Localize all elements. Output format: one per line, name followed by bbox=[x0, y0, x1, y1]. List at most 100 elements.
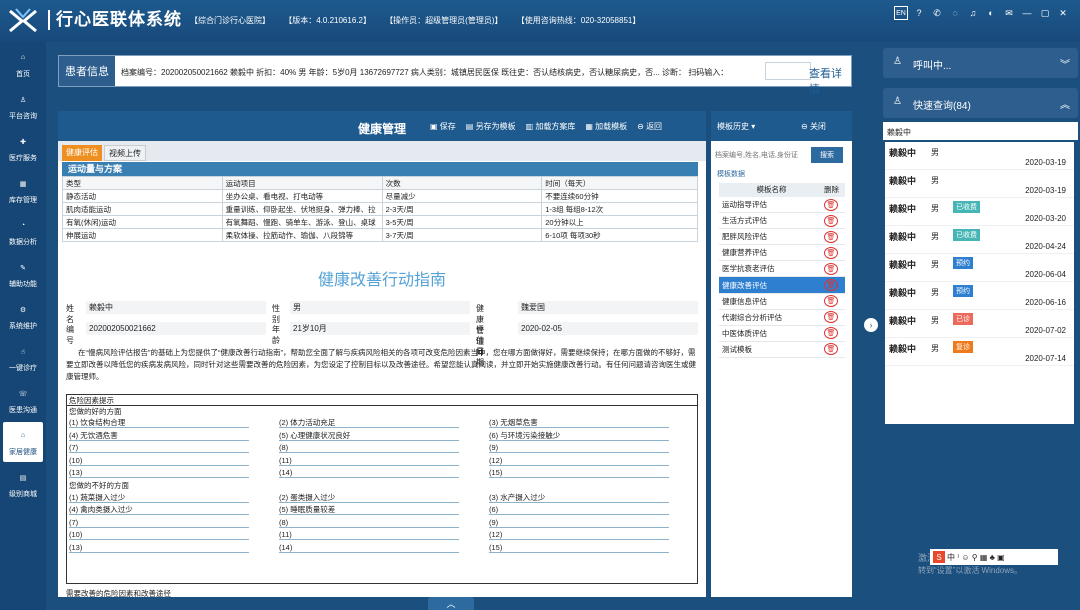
help-icon[interactable]: ? bbox=[912, 6, 926, 20]
template-list-item[interactable]: 运动指导评估 🗑 bbox=[719, 197, 845, 214]
risk-item-field[interactable]: (10) bbox=[69, 455, 249, 466]
query-list-item[interactable]: 赖毅中 男 预约 2020-06-04 bbox=[885, 254, 1074, 282]
sidebar-item-platform[interactable]: ♙ 平台咨询 bbox=[3, 86, 43, 126]
sidebar-item-home-health[interactable]: ⌂ 家居健康 bbox=[3, 422, 43, 462]
risk-item-field[interactable]: (15) bbox=[489, 467, 669, 478]
query-list-item[interactable]: 赖毅中 男 已收费 2020-04-24 bbox=[885, 226, 1074, 254]
risk-item-field[interactable]: (15) bbox=[489, 542, 669, 553]
risk-item-field[interactable]: (4) 无饮酒危害 bbox=[69, 430, 249, 441]
language-icon[interactable]: EN bbox=[894, 6, 908, 20]
risk-item-field[interactable]: (11) bbox=[279, 455, 459, 466]
delete-icon[interactable]: 🗑 bbox=[824, 343, 838, 356]
risk-item-field[interactable]: (5) 睡眠质量较差 bbox=[279, 504, 459, 515]
risk-item-field[interactable]: (7) bbox=[69, 517, 249, 528]
sidebar-item-tools[interactable]: ✎ 辅助功能 bbox=[3, 254, 43, 294]
phone-icon[interactable]: ✆ bbox=[930, 6, 944, 20]
risk-item-field[interactable]: (1) 蔬菜摄入过少 bbox=[69, 492, 249, 503]
delete-icon[interactable]: 🗑 bbox=[824, 262, 838, 275]
query-list-item[interactable]: 赖毅中 男 已诊 2020-07-02 bbox=[885, 310, 1074, 338]
risk-item-field[interactable]: (2) 体力活动充足 bbox=[279, 417, 459, 428]
risk-item-field[interactable]: (12) bbox=[489, 455, 669, 466]
risk-item-field[interactable]: (2) 蛋类摄入过少 bbox=[279, 492, 459, 503]
risk-item-field[interactable]: (13) bbox=[69, 542, 249, 553]
load-plan-button[interactable]: ▥ 加载方案库 bbox=[526, 121, 576, 132]
risk-item-field[interactable]: (8) bbox=[279, 517, 459, 528]
risk-item-field[interactable]: (4) 禽肉类摄入过少 bbox=[69, 504, 249, 515]
template-search-input[interactable] bbox=[715, 149, 807, 163]
save-as-template-button[interactable]: ▤ 另存为模板 bbox=[466, 121, 516, 132]
close-template-button[interactable]: ⊖ 关闭 bbox=[801, 121, 826, 132]
risk-item-field[interactable]: (8) bbox=[279, 442, 459, 453]
bell-icon[interactable]: ♫ bbox=[966, 6, 980, 20]
template-list-item[interactable]: 生活方式评估 🗑 bbox=[719, 213, 845, 230]
expand-panel-icon[interactable]: › bbox=[864, 318, 878, 332]
template-list-item[interactable]: 健康信息评估 🗑 bbox=[719, 294, 845, 310]
view-detail-link[interactable]: 查看详情 bbox=[809, 65, 851, 97]
risk-item-field[interactable]: (9) bbox=[489, 517, 669, 528]
query-list-item[interactable]: 赖毅中 男 2020-03-19 bbox=[885, 142, 1074, 170]
name-field[interactable]: 赖毅中 bbox=[86, 301, 266, 314]
delete-icon[interactable]: 🗑 bbox=[824, 311, 838, 324]
tab-health-assessment[interactable]: 健康评估 bbox=[62, 145, 102, 161]
sidebar-item-analysis[interactable]: ◔ 数据分析 bbox=[3, 212, 43, 252]
risk-item-field[interactable]: (1) 饮食结构合理 bbox=[69, 417, 249, 428]
risk-item-field[interactable]: (3) 水产摄入过少 bbox=[489, 492, 669, 503]
query-list-item[interactable]: 赖毅中 男 已收费 2020-03-20 bbox=[885, 198, 1074, 226]
risk-item-field[interactable]: (6) bbox=[489, 504, 669, 515]
sidebar-item-medical[interactable]: ✚ 医疗服务 bbox=[3, 128, 43, 168]
template-history-dropdown[interactable]: 模板历史 ▾ bbox=[717, 121, 755, 132]
risk-item-field[interactable]: (9) bbox=[489, 442, 669, 453]
scroll-up-button[interactable]: ︿ bbox=[428, 597, 474, 610]
delete-icon[interactable]: 🗑 bbox=[824, 230, 838, 243]
close-icon[interactable]: ✕ bbox=[1056, 6, 1070, 20]
delete-icon[interactable]: 🗑 bbox=[824, 246, 838, 259]
template-search-button[interactable]: 搜索 bbox=[811, 147, 843, 163]
delete-icon[interactable]: 🗑 bbox=[824, 295, 838, 308]
risk-item-field[interactable]: (10) bbox=[69, 529, 249, 540]
risk-item-field[interactable]: (11) bbox=[279, 529, 459, 540]
quick-query-header[interactable]: ♙ 快速查询(84) ︽ bbox=[883, 88, 1078, 118]
template-list-item[interactable]: 测试模板 🗑 bbox=[719, 342, 845, 358]
sidebar-item-system[interactable]: ⚙ 系统维护 bbox=[3, 296, 43, 336]
query-list-item[interactable]: 赖毅中 男 预约 2020-06-16 bbox=[885, 282, 1074, 310]
sidebar-item-home[interactable]: ⌂ 首页 bbox=[3, 44, 43, 84]
call-header[interactable]: ♙ 呼叫中... ︾ bbox=[883, 48, 1078, 78]
date-field[interactable]: 2020-02-05 bbox=[518, 322, 698, 335]
template-list-item[interactable]: 中医体质评估 🗑 bbox=[719, 326, 845, 342]
template-list-item[interactable]: 肥胖风险评估 🗑 bbox=[719, 229, 845, 246]
sex-field[interactable]: 男 bbox=[290, 301, 470, 314]
manager-field[interactable]: 魏爱国 bbox=[518, 301, 698, 314]
delete-icon[interactable]: 🗑 bbox=[824, 214, 838, 227]
headset-icon[interactable]: ◐ bbox=[984, 6, 998, 20]
risk-item-field[interactable]: (14) bbox=[279, 467, 459, 478]
chat-icon[interactable]: ◌ bbox=[948, 6, 962, 20]
quick-query-input[interactable]: 赖毅中 bbox=[883, 122, 1078, 140]
sidebar-item-oneclick[interactable]: ☝ 一键诊疗 bbox=[3, 338, 43, 378]
tab-video-upload[interactable]: 视频上传 bbox=[104, 145, 146, 161]
ime-toolbar[interactable]: S中 ⁾ ☺ ⚲ ▦ ♣ ▣ bbox=[930, 549, 1058, 565]
minimize-icon[interactable]: — bbox=[1020, 6, 1034, 20]
risk-item-field[interactable]: (5) 心理健康状况良好 bbox=[279, 430, 459, 441]
sidebar-item-inventory[interactable]: ▦ 库存管理 bbox=[3, 170, 43, 210]
risk-item-field[interactable]: (7) bbox=[69, 442, 249, 453]
age-field[interactable]: 21岁10月 bbox=[290, 322, 470, 335]
risk-item-field[interactable]: (14) bbox=[279, 542, 459, 553]
risk-item-field[interactable]: (3) 无烟草危害 bbox=[489, 417, 669, 428]
number-field[interactable]: 202002050021662 bbox=[86, 322, 266, 335]
load-template-button[interactable]: ▦ 加载模板 bbox=[585, 121, 627, 132]
query-list-item[interactable]: 赖毅中 男 复诊 2020-07-14 bbox=[885, 338, 1074, 366]
scan-input[interactable] bbox=[765, 62, 811, 80]
template-list-item[interactable]: 健康营养评估 🗑 bbox=[719, 245, 845, 262]
risk-item-field[interactable]: (6) 与环境污染接触少 bbox=[489, 430, 669, 441]
query-list-item[interactable]: 赖毅中 男 2020-03-19 bbox=[885, 170, 1074, 198]
sidebar-item-mall[interactable]: ▤ 级别商城 bbox=[3, 464, 43, 504]
template-list-item[interactable]: 代谢综合分析评估 🗑 bbox=[719, 310, 845, 326]
delete-icon[interactable]: 🗑 bbox=[824, 327, 838, 340]
risk-item-field[interactable]: (12) bbox=[489, 529, 669, 540]
risk-item-field[interactable]: (13) bbox=[69, 467, 249, 478]
delete-icon[interactable]: 🗑 bbox=[824, 279, 838, 292]
delete-icon[interactable]: 🗑 bbox=[824, 198, 838, 211]
save-button[interactable]: ▣ 保存 bbox=[430, 121, 456, 132]
template-list-item[interactable]: 健康改善评估 🗑 bbox=[719, 277, 845, 294]
back-button[interactable]: ⊖ 返回 bbox=[637, 121, 662, 132]
